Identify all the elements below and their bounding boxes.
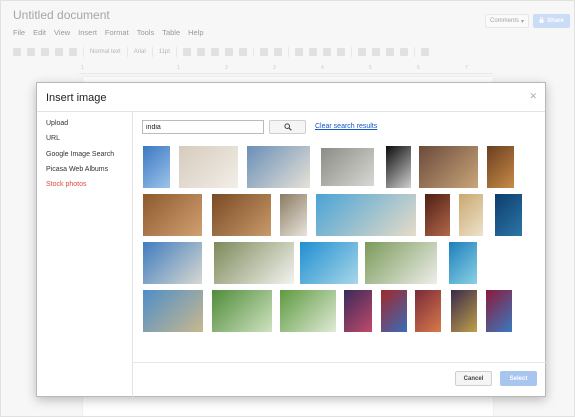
thumbnail-textile-pattern[interactable] <box>495 194 522 236</box>
thumbnail-cricket-players[interactable] <box>212 290 272 332</box>
close-icon[interactable]: ✕ <box>529 91 537 102</box>
search-icon <box>283 118 292 136</box>
thumbnail-colorful-market[interactable] <box>419 146 478 188</box>
thumbnail-arch-doorway[interactable] <box>386 146 411 188</box>
nav-stock-photos[interactable]: Stock photos <box>46 181 86 188</box>
thumbnail-pottery-hands[interactable] <box>143 194 202 236</box>
thumbnail-peacock-feathers[interactable] <box>451 290 477 332</box>
insert-image-dialog: Insert image ✕ Upload URL Google Image S… <box>36 82 546 397</box>
dialog-title: Insert image <box>46 92 107 104</box>
thumbnail-tropical-beach[interactable] <box>300 242 358 284</box>
search-input[interactable] <box>142 120 264 134</box>
thumbnail-carved-statue[interactable] <box>459 194 483 236</box>
divider <box>133 362 546 363</box>
thumbnail-buddha-head[interactable] <box>280 194 307 236</box>
thumbnail-blue-sky-water[interactable] <box>143 146 170 188</box>
thumbnail-beach-panorama[interactable] <box>316 194 416 236</box>
thumbnail-palm-drawing[interactable] <box>214 242 294 284</box>
nav-picasa-web-albums[interactable]: Picasa Web Albums <box>46 166 108 173</box>
cancel-button[interactable]: Cancel <box>455 371 492 386</box>
select-button[interactable]: Select <box>500 371 537 386</box>
thumbnail-colorful-fabric[interactable] <box>381 290 407 332</box>
nav-google-image-search[interactable]: Google Image Search <box>46 151 114 158</box>
thumbnail-dancer[interactable] <box>415 290 441 332</box>
thumbnail-white-room[interactable] <box>179 146 238 188</box>
clear-search-results-link[interactable]: Clear search results <box>315 123 377 130</box>
thumbnail-elephant[interactable] <box>321 148 374 186</box>
thumbnail-woman-portrait[interactable] <box>425 194 450 236</box>
thumbnail-taj-mahal[interactable] <box>247 146 310 188</box>
thumbnail-taj-mahal-2[interactable] <box>143 242 202 284</box>
image-results-grid <box>133 140 546 362</box>
thumbnail-crowd-festival[interactable] <box>344 290 372 332</box>
nav-upload[interactable]: Upload <box>46 120 68 127</box>
nav-url[interactable]: URL <box>46 135 60 142</box>
thumbnail-colored-threads[interactable] <box>486 290 512 332</box>
thumbnail-cricket-batsman[interactable] <box>280 290 336 332</box>
thumbnail-henna-hands[interactable] <box>212 194 271 236</box>
search-button[interactable] <box>269 120 306 134</box>
thumbnail-resort-pool[interactable] <box>143 290 203 332</box>
thumbnail-toy-soldiers[interactable] <box>365 242 437 284</box>
source-nav: Upload URL Google Image Search Picasa We… <box>37 112 133 397</box>
thumbnail-spices[interactable] <box>487 146 514 188</box>
thumbnail-blue-lagoon[interactable] <box>449 242 477 284</box>
